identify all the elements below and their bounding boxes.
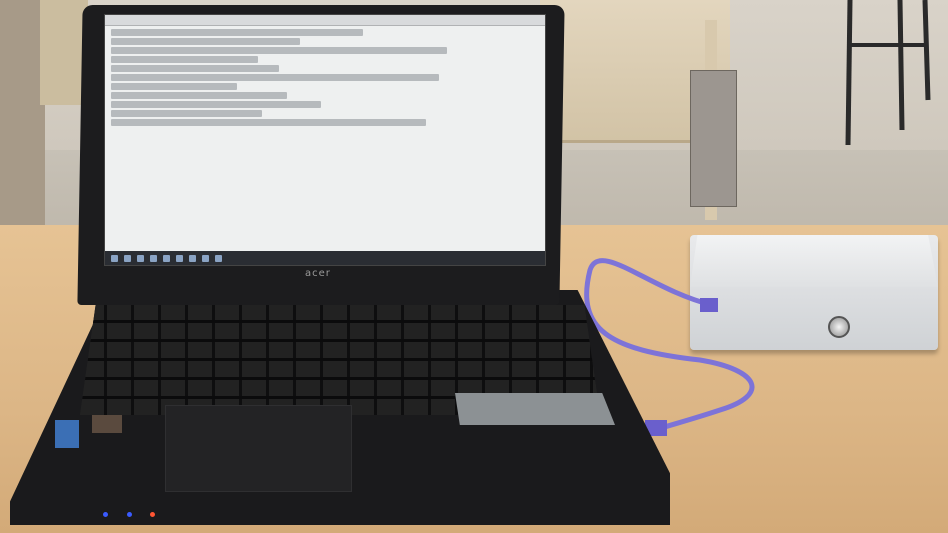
app-icon[interactable] bbox=[202, 254, 209, 262]
power-led bbox=[103, 512, 108, 517]
usb-plug-device bbox=[700, 298, 718, 312]
terminal-output bbox=[111, 29, 531, 128]
explorer-icon[interactable] bbox=[163, 254, 170, 262]
mail-icon[interactable] bbox=[189, 254, 196, 262]
task-view-icon[interactable] bbox=[137, 254, 144, 262]
acer-logo: acer bbox=[305, 268, 331, 279]
laptop-touchpad bbox=[165, 405, 352, 492]
amd-sticker bbox=[92, 415, 122, 433]
intel-sticker bbox=[55, 420, 79, 448]
start-icon[interactable] bbox=[111, 254, 118, 262]
laptop-screen bbox=[104, 14, 546, 266]
window-titlebar bbox=[105, 15, 545, 26]
edge-icon[interactable] bbox=[150, 254, 157, 262]
search-icon[interactable] bbox=[124, 254, 131, 262]
optical-drive bbox=[455, 393, 615, 425]
wifi-led bbox=[127, 512, 132, 517]
terminal-icon[interactable] bbox=[215, 254, 222, 262]
battery-led bbox=[150, 512, 155, 517]
windows-taskbar[interactable] bbox=[105, 251, 545, 265]
store-icon[interactable] bbox=[176, 254, 183, 262]
